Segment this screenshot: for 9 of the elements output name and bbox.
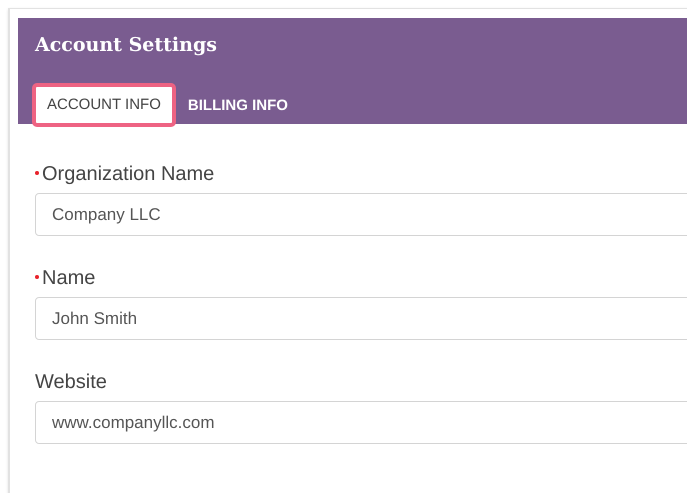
text-field[interactable]: Company LLC (35, 193, 687, 236)
field-label: Organization Name (42, 162, 214, 186)
text-field[interactable]: John Smith (35, 297, 687, 340)
field-label: Name (42, 266, 96, 290)
tab[interactable]: BILLING INFO (178, 88, 298, 124)
header-title: Account Settings (34, 33, 217, 58)
tab[interactable]: ACCOUNT INFO (32, 83, 176, 127)
field-label: Website (35, 370, 107, 394)
text-field[interactable]: www.companyllc.com (35, 401, 687, 444)
